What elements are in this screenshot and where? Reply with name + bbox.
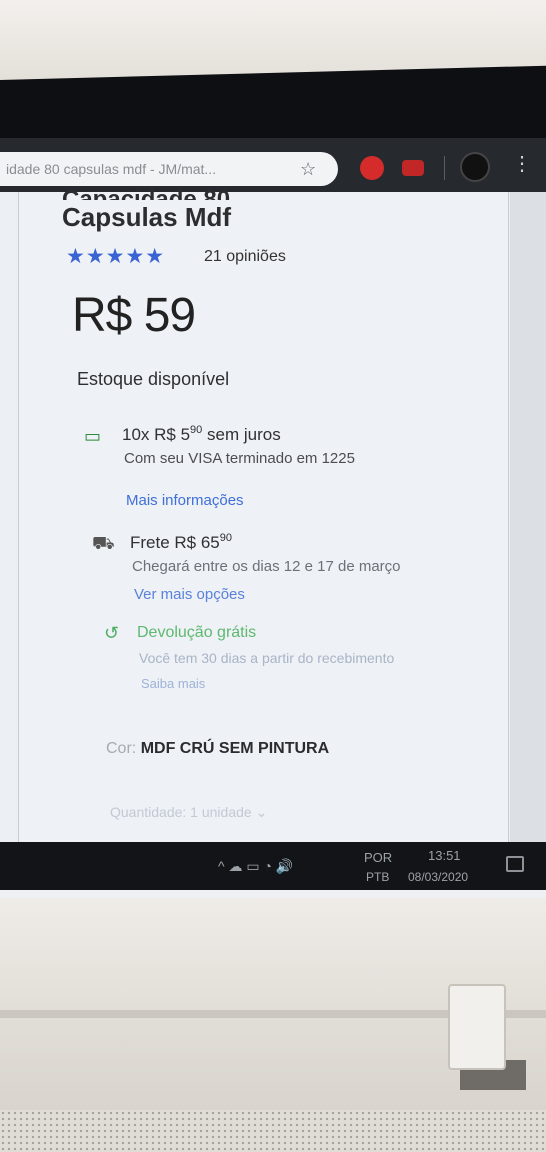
language-indicator-top[interactable]: POR	[364, 850, 392, 865]
rating-stars-icon[interactable]: ★★★★★	[66, 244, 165, 269]
card-info: Com seu VISA terminado em 1225	[124, 450, 355, 467]
profile-avatar[interactable]	[460, 152, 490, 182]
toolbar-separator	[444, 156, 445, 180]
product-page: Capacidade 80 Capsulas Mdf ★★★★★ 21 opin…	[0, 186, 546, 842]
color-value: MDF CRÚ SEM PINTURA	[140, 740, 330, 757]
taskbar-date[interactable]: 08/03/2020	[408, 870, 468, 884]
credit-card-icon: ▭	[84, 426, 102, 446]
speaker-grille	[0, 1110, 546, 1152]
laptop-latch	[448, 984, 506, 1070]
color-selector[interactable]: Cor: MDF CRÚ SEM PINTURA	[106, 740, 329, 758]
browser-toolbar: idade 80 capsulas mdf - JM/mat... ☆ ⋮	[0, 138, 546, 192]
return-arrow-icon: ↺	[104, 623, 120, 643]
color-label: Cor:	[106, 740, 137, 757]
video-extension-icon[interactable]	[402, 160, 424, 176]
product-title: Capsulas Mdf	[62, 202, 232, 232]
page-scrollbar[interactable]	[510, 192, 546, 842]
kebab-menu-icon[interactable]: ⋮	[512, 154, 532, 174]
truck-icon: ⛟	[92, 533, 115, 553]
system-tray-icons[interactable]: ^ ☁ ▭ ◔ 🔊	[218, 858, 293, 875]
returns-detail: Você tem 30 dias a partir do recebimento	[139, 650, 395, 666]
taskbar-clock[interactable]: 13:51	[428, 848, 461, 863]
card-right-border	[508, 192, 509, 842]
more-info-link[interactable]: Mais informações	[126, 492, 244, 509]
address-bar[interactable]: idade 80 capsulas mdf - JM/mat... ☆	[0, 152, 338, 186]
quantity-selector[interactable]: Quantidade: 1 unidade ⌄	[110, 804, 267, 821]
product-title-partial: Capacidade 80	[62, 186, 231, 200]
installments-text: 10x R$ 590 sem juros	[122, 424, 281, 444]
product-price: R$ 59	[72, 289, 196, 342]
free-returns-label: Devolução grátis	[137, 624, 257, 641]
windows-taskbar: ^ ☁ ▭ ◔ 🔊 POR PTB 13:51 08/03/2020	[0, 842, 546, 890]
learn-more-link[interactable]: Saiba mais	[141, 676, 205, 691]
shipping-arrival: Chegará entre os dias 12 e 17 de março	[132, 558, 401, 575]
star-icon[interactable]: ☆	[300, 159, 316, 180]
reviews-count[interactable]: 21 opiniões	[204, 248, 286, 266]
screen: idade 80 capsulas mdf - JM/mat... ☆ ⋮ Ca…	[0, 138, 546, 898]
stock-status: Estoque disponível	[77, 369, 230, 389]
language-indicator-bottom[interactable]: PTB	[366, 870, 389, 884]
more-shipping-options-link[interactable]: Ver mais opções	[134, 586, 245, 603]
pinterest-icon[interactable]	[360, 156, 384, 180]
card-left-border	[18, 192, 19, 842]
shipping-price: Frete R$ 6590	[130, 532, 233, 552]
address-bar-url[interactable]: idade 80 capsulas mdf - JM/mat...	[6, 161, 296, 177]
notification-center-icon[interactable]	[506, 856, 524, 872]
